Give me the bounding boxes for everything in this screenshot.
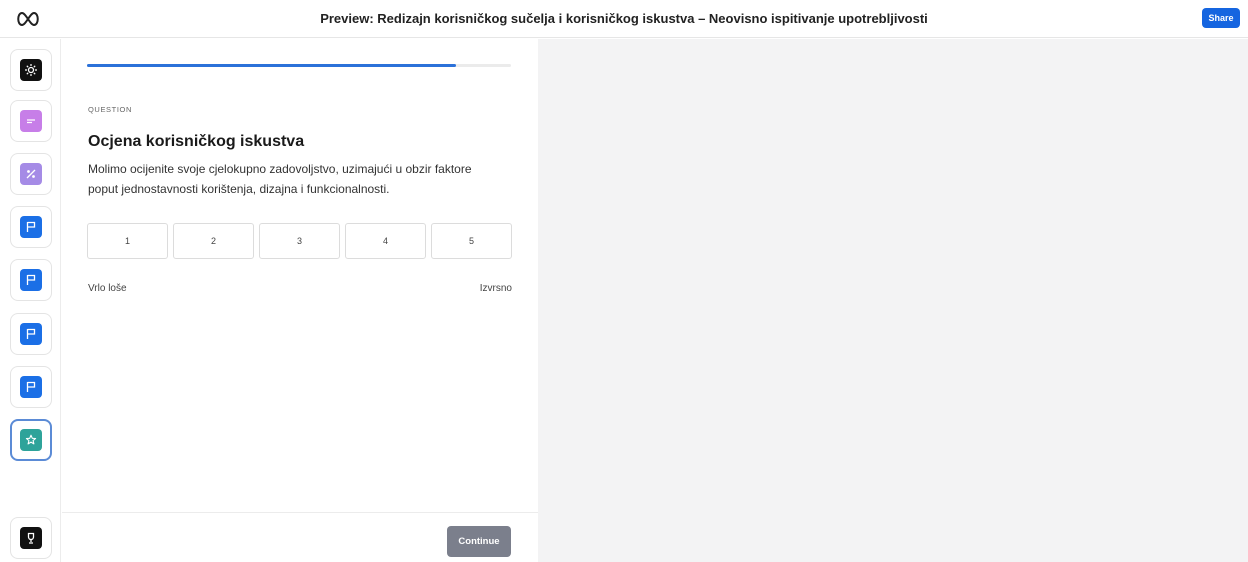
step-9[interactable] [10,517,52,559]
step-7-tile [20,376,42,398]
panel-footer: Continue [62,512,538,562]
flag-icon [26,221,36,232]
flag-icon [26,328,36,339]
share-button[interactable]: Share [1202,8,1240,28]
step-3[interactable] [10,153,52,195]
step-9-tile [20,527,42,549]
preview-canvas [538,39,1248,562]
rating-option-5[interactable]: 5 [431,223,512,259]
step-1-tile [20,59,42,81]
scale-high-label: Izvrsno [479,283,512,294]
step-5[interactable] [10,259,52,301]
text-icon [27,119,35,124]
step-2-tile [20,110,42,132]
continue-button[interactable]: Continue [447,526,511,557]
step-5-tile [20,269,42,291]
step-2[interactable] [10,100,52,142]
step-8-tile [20,429,42,451]
page-title: Preview: Redizajn korisničkog sučelja i … [320,11,928,26]
rating-scale: 1 2 3 4 5 [87,223,512,259]
scale-low-label: Vrlo loše [88,283,127,294]
step-3-tile [20,163,42,185]
flag-icon [26,381,36,392]
step-7[interactable] [10,366,52,408]
flag-icon [26,274,36,285]
rating-option-4[interactable]: 4 [345,223,426,259]
rating-option-1[interactable]: 1 [87,223,168,259]
question-panel: QUESTION Ocjena korisničkog iskustva Mol… [62,39,538,562]
question-label: QUESTION [88,105,132,114]
question-description: Molimo ocijenite svoje cjelokupno zadovo… [88,162,472,196]
top-bar: Preview: Redizajn korisničkog sučelja i … [0,0,1248,38]
trophy-icon [27,532,35,544]
step-sidebar [0,39,61,562]
step-1[interactable] [10,49,52,91]
star-icon [25,434,37,445]
step-4[interactable] [10,206,52,248]
step-6[interactable] [10,313,52,355]
sun-icon [25,64,37,76]
step-4-tile [20,216,42,238]
step-6-tile [20,323,42,345]
question-title: Ocjena korisničkog iskustva [88,133,305,150]
step-8-active[interactable] [10,419,52,461]
progress-fill [87,64,456,67]
progress-bar [87,64,511,67]
rating-option-2[interactable]: 2 [173,223,254,259]
rating-option-3[interactable]: 3 [259,223,340,259]
percent-icon [26,169,36,179]
